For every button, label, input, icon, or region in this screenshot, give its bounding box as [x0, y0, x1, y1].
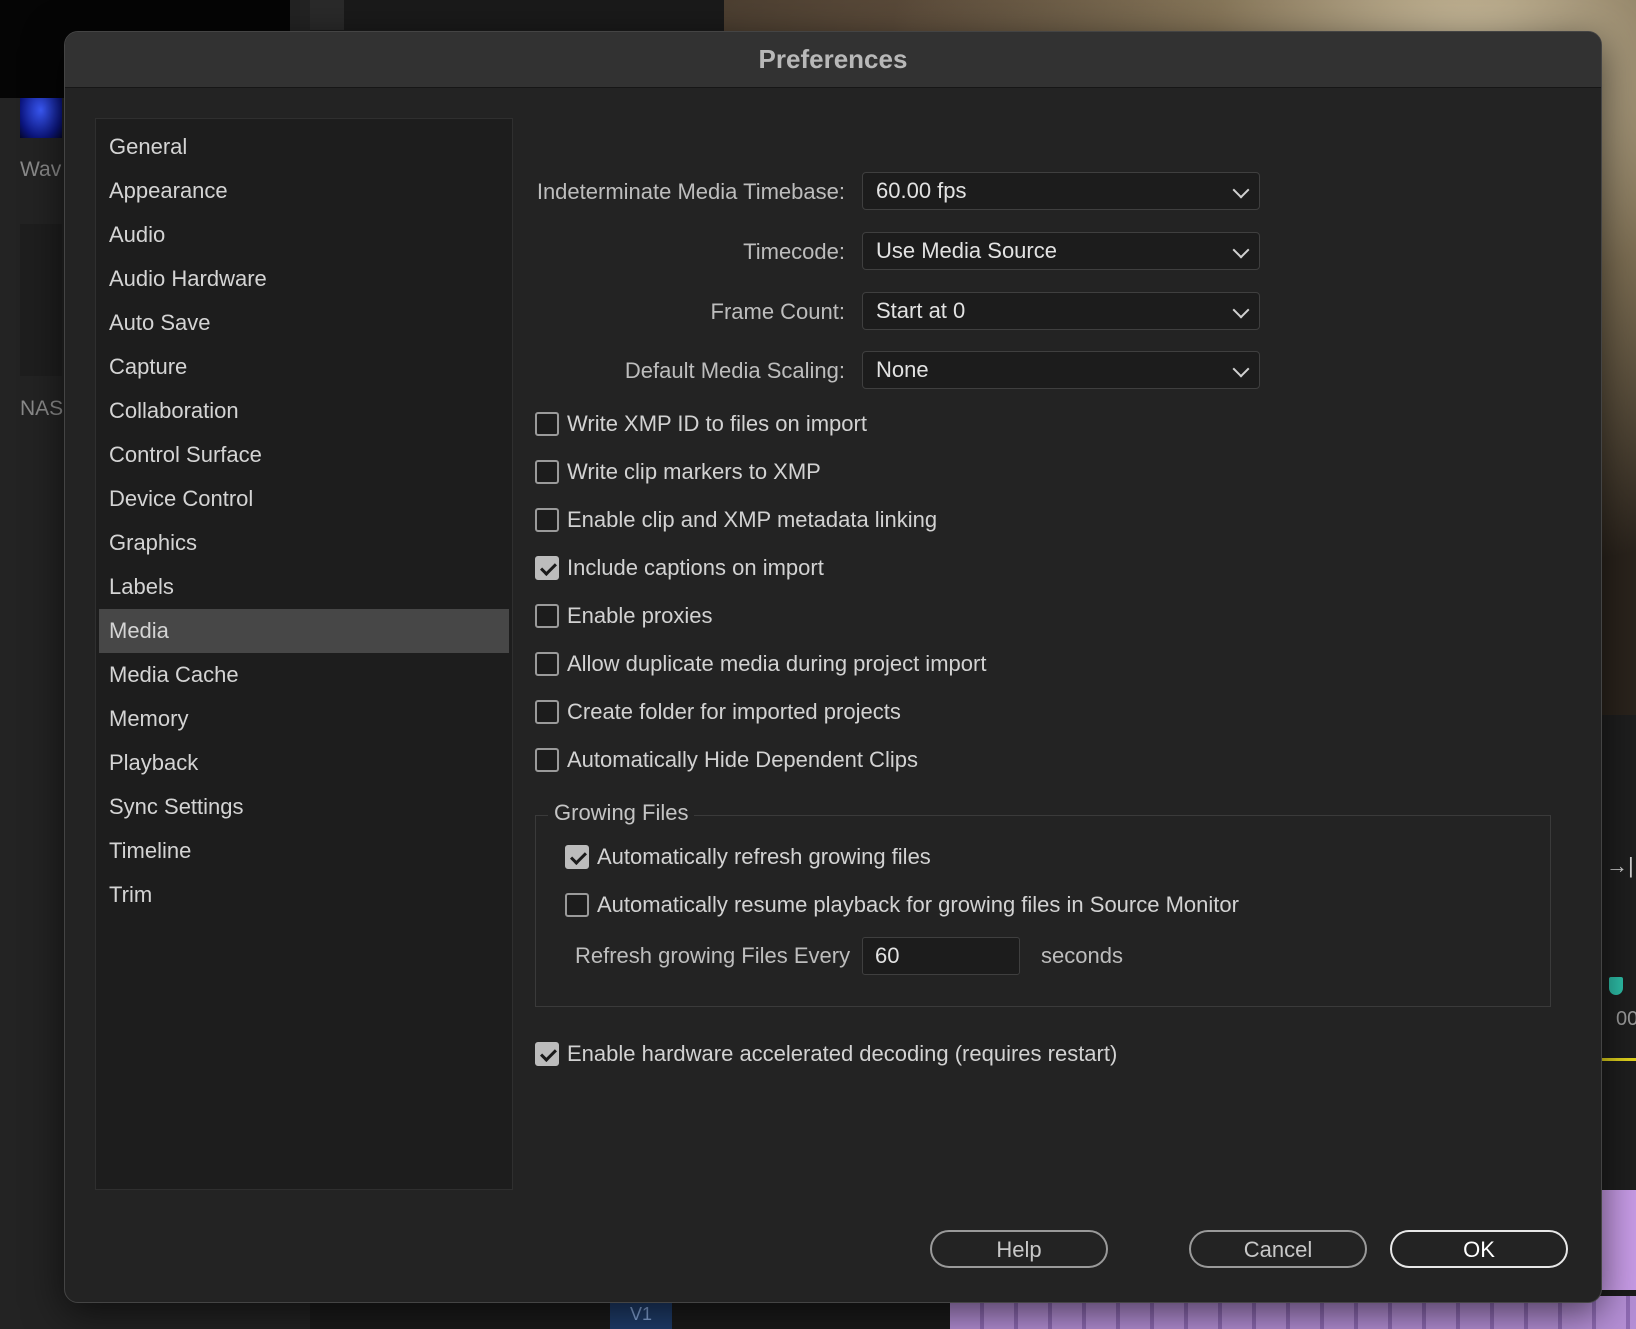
media-scaling-value: None: [876, 357, 929, 382]
cancel-button[interactable]: Cancel: [1189, 1230, 1367, 1268]
frame-count-value: Start at 0: [876, 298, 966, 323]
go-to-out-icon: →|: [1606, 853, 1634, 878]
create-folder-option[interactable]: Create folder for imported projects: [535, 695, 901, 729]
create-folder-label: Create folder for imported projects: [567, 699, 901, 724]
auto-resume-label: Automatically resume playback for growin…: [597, 892, 1239, 917]
refresh-interval-label: Refresh growing Files Every: [575, 943, 851, 968]
work-area-bar: [1600, 1058, 1636, 1061]
sidebar-item-audio[interactable]: Audio: [99, 213, 509, 257]
preferences-dialog: Preferences General Appearance Audio Aud…: [64, 31, 1602, 1303]
sidebar-item-control-surface[interactable]: Control Surface: [99, 433, 509, 477]
sidebar-item-memory[interactable]: Memory: [99, 697, 509, 741]
frame-count-label: Frame Count:: [710, 299, 846, 324]
include-captions-label: Include captions on import: [567, 555, 824, 580]
refresh-interval-unit: seconds: [1041, 943, 1123, 968]
sidebar-item-media[interactable]: Media: [99, 609, 509, 653]
panel-label-nas: NAS: [20, 397, 64, 420]
sidebar-item-sync-settings[interactable]: Sync Settings: [99, 785, 509, 829]
chevron-down-icon: [1232, 241, 1250, 259]
write-xmp-id-checkbox[interactable]: [535, 412, 559, 436]
dialog-title: Preferences: [65, 32, 1601, 88]
write-clip-markers-checkbox[interactable]: [535, 460, 559, 484]
media-scaling-label: Default Media Scaling:: [624, 358, 845, 383]
allow-duplicate-media-label: Allow duplicate media during project imp…: [567, 651, 987, 676]
auto-resume-option[interactable]: Automatically resume playback for growin…: [565, 888, 1239, 922]
sidebar-item-general[interactable]: General: [99, 125, 509, 169]
preferences-sidebar: General Appearance Audio Audio Hardware …: [95, 118, 513, 1190]
auto-resume-checkbox[interactable]: [565, 893, 589, 917]
media-scaling-row: Default Media Scaling: None: [535, 351, 1260, 391]
create-folder-checkbox[interactable]: [535, 700, 559, 724]
auto-refresh-checkbox[interactable]: [565, 845, 589, 869]
playhead-marker: [1609, 977, 1623, 995]
panel-label-wav: Wav: [20, 158, 62, 181]
timeline-timecode: 00: [1616, 1008, 1636, 1030]
include-captions-checkbox[interactable]: [535, 556, 559, 580]
panel-divider: [310, 0, 344, 30]
sidebar-item-capture[interactable]: Capture: [99, 345, 509, 389]
hide-dependent-clips-checkbox[interactable]: [535, 748, 559, 772]
media-preferences-panel: Indeterminate Media Timebase: 60.00 fps …: [535, 118, 1575, 1198]
waveform-thumbnail: [20, 98, 62, 138]
ok-button[interactable]: OK: [1390, 1230, 1568, 1268]
monitor-header: [344, 0, 724, 30]
media-thumbnail-2: [20, 224, 62, 376]
chevron-down-icon: [1232, 181, 1250, 199]
write-clip-markers-option[interactable]: Write clip markers to XMP: [535, 455, 821, 489]
sidebar-item-trim[interactable]: Trim: [99, 873, 509, 917]
enable-proxies-label: Enable proxies: [567, 603, 713, 628]
growing-files-title: Growing Files: [548, 800, 695, 826]
sidebar-item-timeline[interactable]: Timeline: [99, 829, 509, 873]
media-scaling-dropdown[interactable]: None: [862, 351, 1260, 389]
timecode-dropdown[interactable]: Use Media Source: [862, 232, 1260, 270]
chevron-down-icon: [1232, 360, 1250, 378]
hardware-decoding-option[interactable]: Enable hardware accelerated decoding (re…: [535, 1037, 1117, 1071]
frame-count-row: Frame Count: Start at 0: [535, 292, 1260, 332]
metadata-linking-label: Enable clip and XMP metadata linking: [567, 507, 938, 532]
timebase-dropdown[interactable]: 60.00 fps: [862, 172, 1260, 210]
auto-refresh-option[interactable]: Automatically refresh growing files: [565, 840, 931, 874]
allow-duplicate-media-option[interactable]: Allow duplicate media during project imp…: [535, 647, 986, 681]
timebase-value: 60.00 fps: [876, 178, 967, 203]
sidebar-item-collaboration[interactable]: Collaboration: [99, 389, 509, 433]
auto-refresh-label: Automatically refresh growing files: [597, 844, 931, 869]
sidebar-item-appearance[interactable]: Appearance: [99, 169, 509, 213]
timecode-row: Timecode: Use Media Source: [535, 232, 1260, 272]
sidebar-item-playback[interactable]: Playback: [99, 741, 509, 785]
timebase-label: Indeterminate Media Timebase:: [536, 179, 845, 204]
enable-proxies-checkbox[interactable]: [535, 604, 559, 628]
write-xmp-id-option[interactable]: Write XMP ID to files on import: [535, 407, 867, 441]
hardware-decoding-label: Enable hardware accelerated decoding (re…: [567, 1041, 1118, 1066]
write-xmp-id-label: Write XMP ID to files on import: [567, 411, 867, 436]
hide-dependent-clips-label: Automatically Hide Dependent Clips: [567, 747, 918, 772]
metadata-linking-option[interactable]: Enable clip and XMP metadata linking: [535, 503, 937, 537]
timecode-value: Use Media Source: [876, 238, 1057, 263]
hardware-decoding-checkbox[interactable]: [535, 1042, 559, 1066]
chevron-down-icon: [1232, 301, 1250, 319]
metadata-linking-checkbox[interactable]: [535, 508, 559, 532]
timeline-panel-edge: [1600, 715, 1636, 1215]
timecode-label: Timecode:: [743, 239, 845, 264]
write-clip-markers-label: Write clip markers to XMP: [567, 459, 821, 484]
sidebar-item-labels[interactable]: Labels: [99, 565, 509, 609]
refresh-interval-input[interactable]: 60: [862, 937, 1020, 975]
timeline-clip: [1600, 1190, 1636, 1290]
timebase-row: Indeterminate Media Timebase: 60.00 fps: [535, 172, 1260, 212]
help-button[interactable]: Help: [930, 1230, 1108, 1268]
sidebar-item-media-cache[interactable]: Media Cache: [99, 653, 509, 697]
sidebar-item-device-control[interactable]: Device Control: [99, 477, 509, 521]
sidebar-item-graphics[interactable]: Graphics: [99, 521, 509, 565]
sidebar-item-auto-save[interactable]: Auto Save: [99, 301, 509, 345]
include-captions-option[interactable]: Include captions on import: [535, 551, 824, 585]
hide-dependent-clips-option[interactable]: Automatically Hide Dependent Clips: [535, 743, 918, 777]
track-v1-label: V1: [610, 1300, 672, 1329]
allow-duplicate-media-checkbox[interactable]: [535, 652, 559, 676]
enable-proxies-option[interactable]: Enable proxies: [535, 599, 713, 633]
frame-count-dropdown[interactable]: Start at 0: [862, 292, 1260, 330]
sidebar-item-audio-hardware[interactable]: Audio Hardware: [99, 257, 509, 301]
